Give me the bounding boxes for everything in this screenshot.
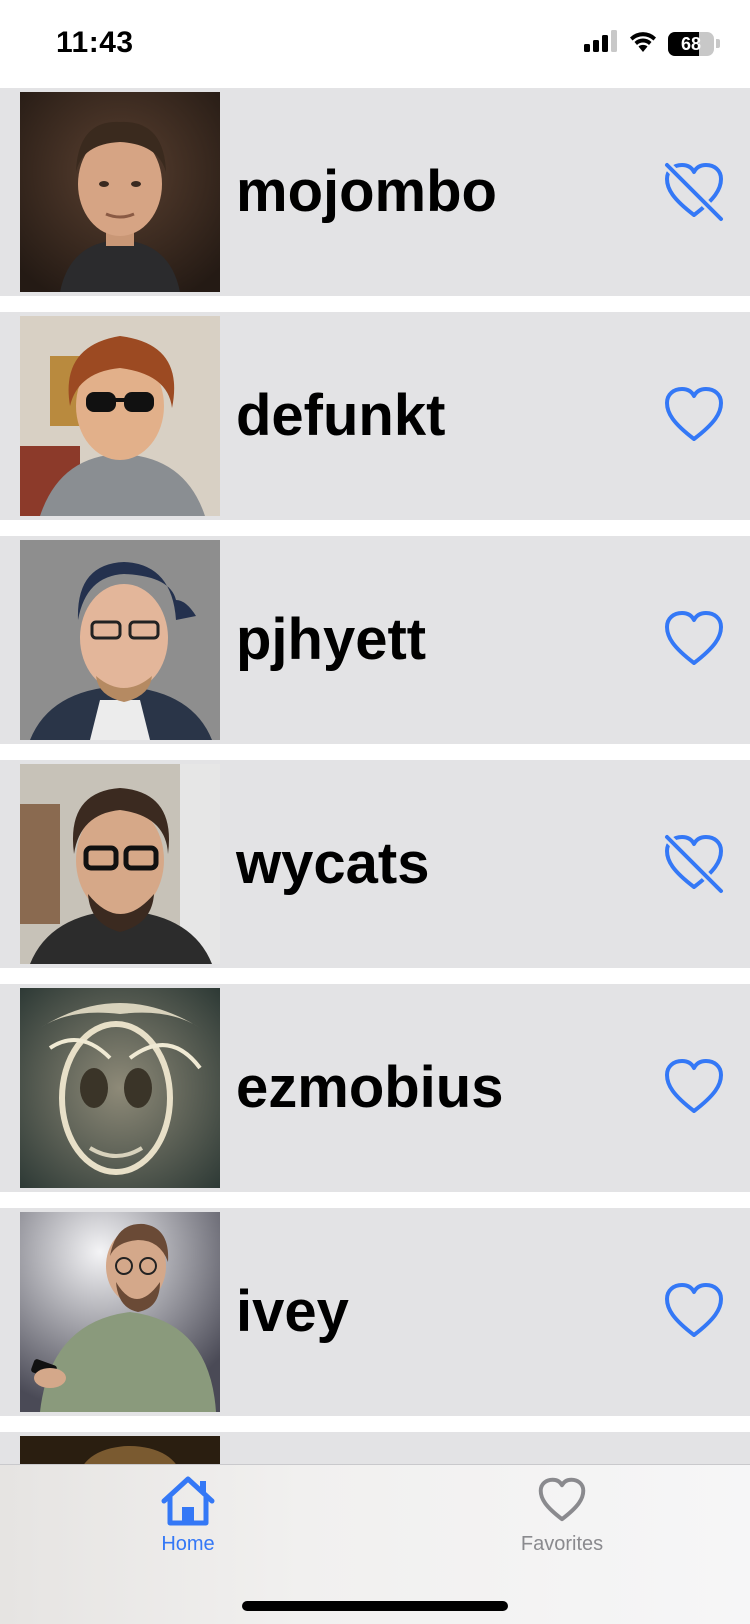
user-name: ezmobius	[236, 1055, 504, 1120]
favorite-toggle-button[interactable]	[658, 604, 730, 676]
user-row[interactable]: mojombo	[0, 88, 750, 296]
favorite-toggle-button[interactable]	[658, 828, 730, 900]
status-bar: 11:43 68	[0, 0, 750, 86]
user-name: ivey	[236, 1279, 349, 1344]
favorite-toggle-button[interactable]	[658, 380, 730, 452]
battery-level: 68	[680, 33, 702, 54]
cellular-signal-icon	[584, 30, 618, 57]
heart-icon	[665, 611, 723, 665]
tab-favorites-label: Favorites	[520, 1533, 604, 1555]
avatar	[20, 316, 220, 516]
tab-bar: Home Favorites	[0, 1464, 750, 1624]
heart-icon	[665, 1283, 723, 1337]
user-row[interactable]: ivey	[0, 1208, 750, 1416]
battery-icon: 68	[668, 31, 714, 56]
heart-icon	[665, 1059, 723, 1113]
wifi-icon	[628, 30, 658, 57]
heart-icon	[665, 387, 723, 441]
favorite-toggle-button[interactable]	[658, 1276, 730, 1348]
avatar	[20, 988, 220, 1188]
tab-home-label: Home	[161, 1533, 215, 1555]
avatar	[20, 540, 220, 740]
user-name: mojombo	[236, 159, 497, 224]
avatar	[20, 1212, 220, 1412]
status-time: 11:43	[56, 26, 134, 59]
heart-slash-icon	[663, 161, 725, 223]
user-row[interactable]: ezmobius	[0, 984, 750, 1192]
user-row[interactable]: defunkt	[0, 312, 750, 520]
user-name: defunkt	[236, 383, 446, 448]
heart-slash-icon	[663, 833, 725, 895]
user-name: wycats	[236, 831, 430, 896]
house-icon	[161, 1476, 215, 1526]
user-list[interactable]: mojombo defunkt pjhyett wycats ezmobius …	[0, 88, 750, 1624]
favorite-toggle-button[interactable]	[658, 1052, 730, 1124]
avatar	[20, 764, 220, 964]
user-name: pjhyett	[236, 607, 427, 672]
heart-icon	[538, 1477, 586, 1522]
avatar	[20, 92, 220, 292]
tab-favorites[interactable]: Favorites	[482, 1475, 642, 1575]
home-indicator[interactable]	[242, 1601, 508, 1611]
status-icons: 68	[584, 30, 720, 57]
favorite-toggle-button[interactable]	[658, 156, 730, 228]
tab-home[interactable]: Home	[108, 1475, 268, 1575]
user-row[interactable]: wycats	[0, 760, 750, 968]
user-row[interactable]: pjhyett	[0, 536, 750, 744]
